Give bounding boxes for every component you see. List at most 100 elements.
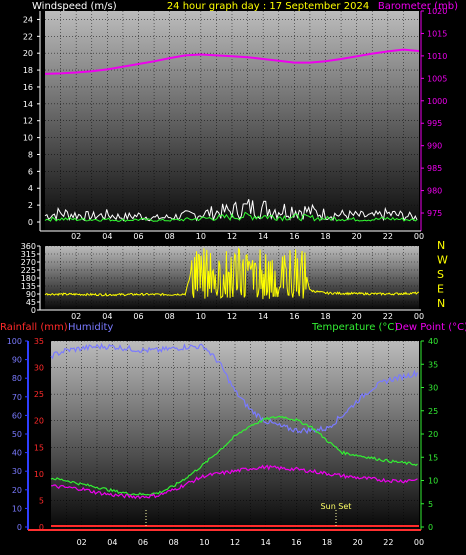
wind-tick-label: 10 xyxy=(23,134,33,143)
wind-x-tick-label: 00 xyxy=(414,232,424,241)
direction-tick-label: 315 xyxy=(21,250,36,259)
bottom-x-tick-label: 10 xyxy=(199,538,209,547)
rainfall-tick-label: 25 xyxy=(34,390,44,399)
rainfall-label: Rainfall (mm) xyxy=(0,322,68,333)
bottom-x-tick-label: 12 xyxy=(230,538,240,547)
direction-x-tick-label: 14 xyxy=(258,312,268,321)
wind-tick-label: 14 xyxy=(23,100,33,109)
direction-tick-label: 45 xyxy=(26,298,36,307)
temp-tick-label: 10 xyxy=(428,477,438,486)
temp-right-axis: 0 5 10 15 20 25 30 35 40 xyxy=(420,337,438,532)
rainfall-tick-label: 35 xyxy=(34,337,44,346)
bottom-x-tick-label: 22 xyxy=(383,538,393,547)
rainfall-tick-label: 15 xyxy=(34,443,44,452)
wind-tick-label: 2 xyxy=(28,201,33,210)
rainfall-tick-label: 20 xyxy=(34,417,44,426)
wind-tick-label: 12 xyxy=(23,117,33,126)
wind-tick-label: 24 xyxy=(23,15,33,24)
direction-x-tick-label: 18 xyxy=(320,312,330,321)
rainfall-tick-label: 5 xyxy=(39,496,44,505)
humidity-tick-label: 100 xyxy=(7,337,22,346)
temp-tick-label: 40 xyxy=(428,337,438,346)
dewpoint-label: Dew Point (°C) xyxy=(395,322,466,333)
wind-tick-label: 4 xyxy=(28,184,33,193)
direction-x-tick-label: 02 xyxy=(71,312,81,321)
wind-x-tick-label: 10 xyxy=(196,232,206,241)
direction-tick-label: 0 xyxy=(31,306,36,315)
compass-labels: NWSEN xyxy=(437,239,448,310)
baro-tick-label: 1015 xyxy=(427,29,447,38)
direction-x-tick-label: 12 xyxy=(227,312,237,321)
direction-panel: 04590135180225270315360 02 04 06 08 10 12 14 16… xyxy=(21,239,448,321)
compass-letter: N xyxy=(437,297,445,310)
humidity-tick-label: 50 xyxy=(12,430,22,439)
rainfall-tick-label: 10 xyxy=(34,470,44,479)
wind-tick-label: 0 xyxy=(28,218,33,227)
wind-tick-label: 22 xyxy=(23,32,33,41)
rainfall-tick-label: 30 xyxy=(34,364,44,373)
wind-x-tick-label: 22 xyxy=(383,232,393,241)
humidity-tick-label: 10 xyxy=(12,504,22,513)
baro-tick-label: 995 xyxy=(427,119,442,128)
wind-tick-label: 20 xyxy=(23,49,33,58)
baro-tick-label: 980 xyxy=(427,187,442,196)
wind-x-tick-label: 18 xyxy=(320,232,330,241)
baro-tick-label: 990 xyxy=(427,142,442,151)
direction-x-tick-label: 22 xyxy=(383,312,393,321)
direction-tick-label: 135 xyxy=(21,282,36,291)
wind-x-tick-label: 06 xyxy=(133,232,143,241)
compass-letter: E xyxy=(437,283,444,296)
bottom-x-tick-label: 14 xyxy=(261,538,271,547)
humidity-tick-label: 60 xyxy=(12,411,22,420)
compass-letter: W xyxy=(437,254,448,267)
wind-x-tick-label: 04 xyxy=(102,232,112,241)
bottom-x-axis: 02 04 06 08 10 12 14 16 18 20 22 00 xyxy=(28,529,424,547)
temp-tick-label: 5 xyxy=(428,500,433,509)
compass-letter: N xyxy=(437,239,445,252)
baro-tick-label: 975 xyxy=(427,209,442,218)
wind-tick-label: 16 xyxy=(23,83,33,92)
bottom-x-tick-label: 08 xyxy=(169,538,179,547)
direction-tick-label: 360 xyxy=(21,242,36,251)
bottom-x-tick-label: 00 xyxy=(414,538,424,547)
direction-tick-label: 90 xyxy=(26,290,36,299)
humidity-tick-label: 20 xyxy=(12,486,22,495)
humidity-label: Humidity xyxy=(68,322,113,333)
wind-left-axis: 024681012141618202224 xyxy=(23,11,41,231)
direction-x-tick-label: 08 xyxy=(165,312,175,321)
temp-tick-label: 20 xyxy=(428,430,438,439)
wind-x-tick-label: 16 xyxy=(289,232,299,241)
bottom-left-axes: 010203040506070809010005101520253035 xyxy=(7,337,44,532)
wind-x-tick-label: 08 xyxy=(165,232,175,241)
humidity-tick-label: 90 xyxy=(12,356,22,365)
direction-left-axis: 04590135180225270315360 xyxy=(21,242,41,315)
wind-barometer-panel: 024681012141618202224 975980985990995100… xyxy=(23,7,448,241)
header: Windspeed (m/s) 24 hour graph day : 17 S… xyxy=(32,1,458,12)
compass-letter: S xyxy=(437,268,444,281)
direction-x-tick-label: 00 xyxy=(414,312,424,321)
wind-x-axis: 02 04 06 08 10 12 14 16 18 20 22 00 xyxy=(40,230,424,241)
humidity-tick-label: 40 xyxy=(12,449,22,458)
bottom-x-tick-label: 04 xyxy=(107,538,117,547)
baro-tick-label: 985 xyxy=(427,164,442,173)
direction-tick-label: 225 xyxy=(21,266,36,275)
baro-tick-label: 1005 xyxy=(427,74,447,83)
sunset-label: Sun Set xyxy=(321,502,352,511)
weather-graph: Windspeed (m/s) 24 hour graph day : 17 S… xyxy=(0,1,466,547)
baro-right-axis: 975 980 985 990 995 1000 1005 1010 1015 1020 xyxy=(420,7,447,231)
direction-tick-label: 180 xyxy=(21,274,36,283)
bottom-x-tick-label: 18 xyxy=(322,538,332,547)
temp-tick-label: 0 xyxy=(428,523,433,532)
date-title: 24 hour graph day : 17 September 2024 xyxy=(167,1,369,12)
wind-tick-label: 18 xyxy=(23,66,33,75)
bottom-x-tick-label: 16 xyxy=(291,538,301,547)
direction-tick-label: 270 xyxy=(21,258,36,267)
wind-x-tick-label: 12 xyxy=(227,232,237,241)
wind-x-tick-label: 14 xyxy=(258,232,268,241)
humidity-tick-label: 0 xyxy=(17,523,22,532)
bottom-x-tick-label: 20 xyxy=(353,538,363,547)
baro-tick-label: 1020 xyxy=(427,7,447,16)
direction-x-tick-label: 20 xyxy=(352,312,362,321)
bottom-x-tick-label: 06 xyxy=(138,538,148,547)
humidity-tick-label: 80 xyxy=(12,374,22,383)
